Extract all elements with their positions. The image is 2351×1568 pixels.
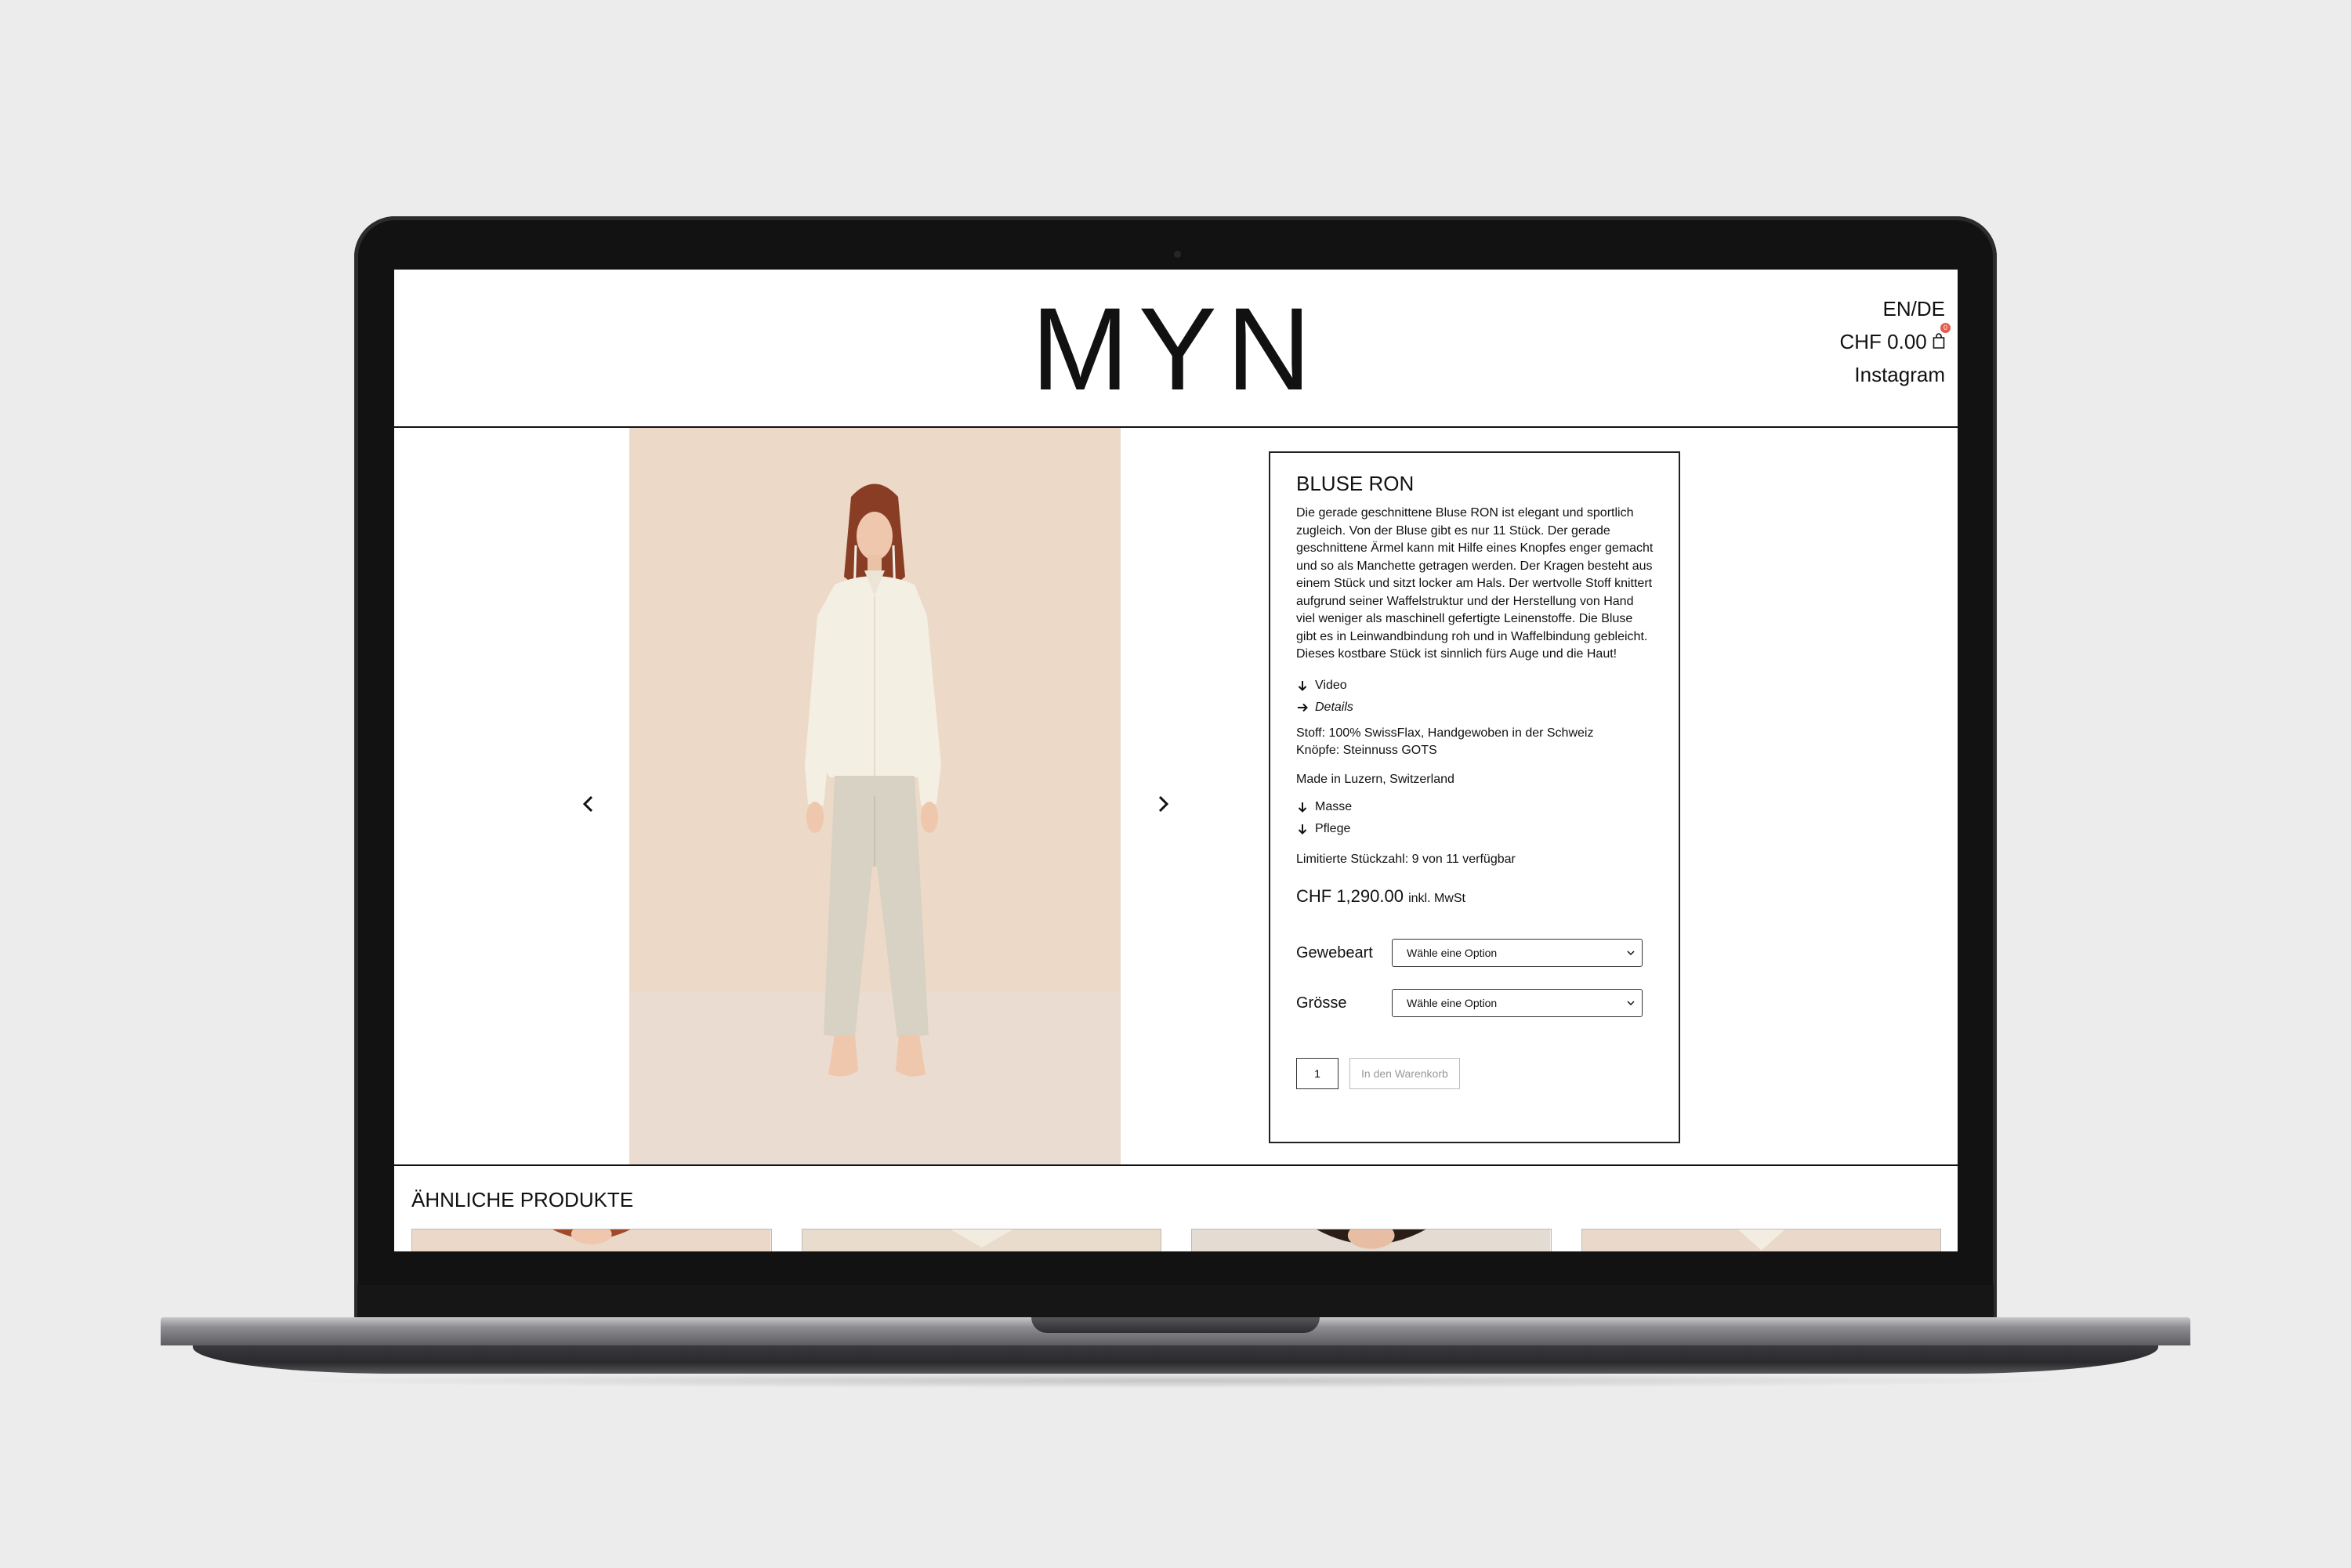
cart-total: CHF 0.00 xyxy=(1839,330,1927,353)
arrow-down-icon xyxy=(1298,824,1307,835)
related-product-card[interactable] xyxy=(801,1229,1161,1251)
option-gewebeart: Gewebeart Wähle eine Option xyxy=(1296,939,1654,967)
related-product-image xyxy=(802,1229,1161,1251)
fabric-info: Stoff: 100% SwissFlax, Handgewoben in de… xyxy=(1296,726,1594,740)
product-photo[interactable] xyxy=(629,428,1121,1164)
toggle-pflege-label: Pflege xyxy=(1315,822,1351,835)
cart-link[interactable]: CHF 0.00 0 xyxy=(1839,323,1951,353)
arrow-down-icon xyxy=(1298,680,1307,691)
made-in: Made in Luzern, Switzerland xyxy=(1296,772,1454,786)
product-section: BLUSE RON Die gerade geschnittene Bluse … xyxy=(394,428,1958,1166)
toggle-details[interactable]: Details xyxy=(1296,697,1654,719)
chevron-left-icon xyxy=(582,795,593,813)
toggle-video-label: Video xyxy=(1315,678,1347,692)
toggle-pflege[interactable]: Pflege xyxy=(1296,818,1654,840)
price: CHF 1,290.00 inkl. MwSt xyxy=(1296,885,1654,908)
site-logo[interactable]: MYN xyxy=(394,290,1958,407)
chevron-down-icon xyxy=(1627,951,1635,956)
option-groesse-label: Grösse xyxy=(1296,994,1347,1012)
laptop-chin xyxy=(357,1285,1994,1321)
instagram-link[interactable]: Instagram xyxy=(1840,364,1945,386)
related-product-image xyxy=(412,1229,771,1251)
option-groesse: Grösse Wähle eine Option xyxy=(1296,989,1654,1017)
chevron-down-icon xyxy=(1627,1001,1635,1006)
arrow-right-icon xyxy=(1298,703,1308,712)
groesse-select[interactable]: Wähle eine Option xyxy=(1392,989,1643,1017)
arrow-down-icon xyxy=(1298,802,1307,813)
camera xyxy=(1174,251,1181,258)
product-title: BLUSE RON xyxy=(1296,472,1415,495)
toggle-video[interactable]: Video xyxy=(1296,675,1654,697)
gewebeart-select-value: Wähle eine Option xyxy=(1407,946,1498,959)
price-value: CHF 1,290.00 xyxy=(1296,885,1404,906)
groesse-select-value: Wähle eine Option xyxy=(1407,996,1498,1009)
gewebeart-select[interactable]: Wähle eine Option xyxy=(1392,939,1643,967)
stock-block: Limitierte Stückzahl: 9 von 11 verfügbar xyxy=(1296,851,1654,869)
header-links: EN/DE CHF 0.00 0 Instagram xyxy=(1839,298,1951,397)
related-product-image xyxy=(1581,1229,1940,1251)
related-product-card[interactable] xyxy=(1191,1229,1552,1251)
product-info-panel: BLUSE RON Die gerade geschnittene Bluse … xyxy=(1269,451,1680,1143)
add-to-cart-button[interactable]: In den Warenkorb xyxy=(1349,1058,1460,1089)
product-description: Die gerade geschnittene Bluse RON ist el… xyxy=(1296,506,1654,661)
related-product-card[interactable] xyxy=(411,1229,772,1251)
related-products-title: ÄHNLICHE PRODUKTE xyxy=(411,1188,634,1211)
browser-screen: MYN EN/DE CHF 0.00 0 Instagram BLUSE RON… xyxy=(394,270,1958,1251)
laptop-notch xyxy=(1031,1317,1320,1333)
details-block: Stoff: 100% SwissFlax, Handgewoben in de… xyxy=(1296,725,1654,760)
toggle-details-label: Details xyxy=(1315,700,1353,714)
add-to-cart-form: In den Warenkorb xyxy=(1296,1058,1654,1089)
toggle-masse[interactable]: Masse xyxy=(1296,796,1654,818)
related-product-card[interactable] xyxy=(1581,1229,1941,1251)
gallery-next-button[interactable] xyxy=(1152,788,1176,820)
laptop-lip xyxy=(193,1345,2158,1374)
stock-info: Limitierte Stückzahl: 9 von 11 verfügbar xyxy=(1296,853,1516,866)
related-product-image xyxy=(1192,1229,1551,1251)
quantity-input[interactable] xyxy=(1296,1058,1339,1089)
gallery-prev-button[interactable] xyxy=(576,788,600,820)
cart-count-badge: 0 xyxy=(1940,323,1951,333)
price-tax-note: inkl. MwSt xyxy=(1408,891,1465,905)
buttons-info: Knöpfe: Steinnuss GOTS xyxy=(1296,744,1437,757)
chevron-right-icon xyxy=(1158,795,1169,813)
option-gewebeart-label: Gewebeart xyxy=(1296,943,1373,961)
language-switch[interactable]: EN/DE xyxy=(1840,298,1945,320)
site-header: MYN EN/DE CHF 0.00 0 Instagram xyxy=(394,270,1958,428)
origin-block: Made in Luzern, Switzerland xyxy=(1296,771,1654,789)
toggle-masse-label: Masse xyxy=(1315,800,1353,813)
shopping-bag-icon: 0 xyxy=(1933,323,1951,349)
laptop-shadow xyxy=(266,1373,2085,1389)
model-image xyxy=(629,428,1121,1164)
related-products-grid xyxy=(411,1229,1941,1251)
